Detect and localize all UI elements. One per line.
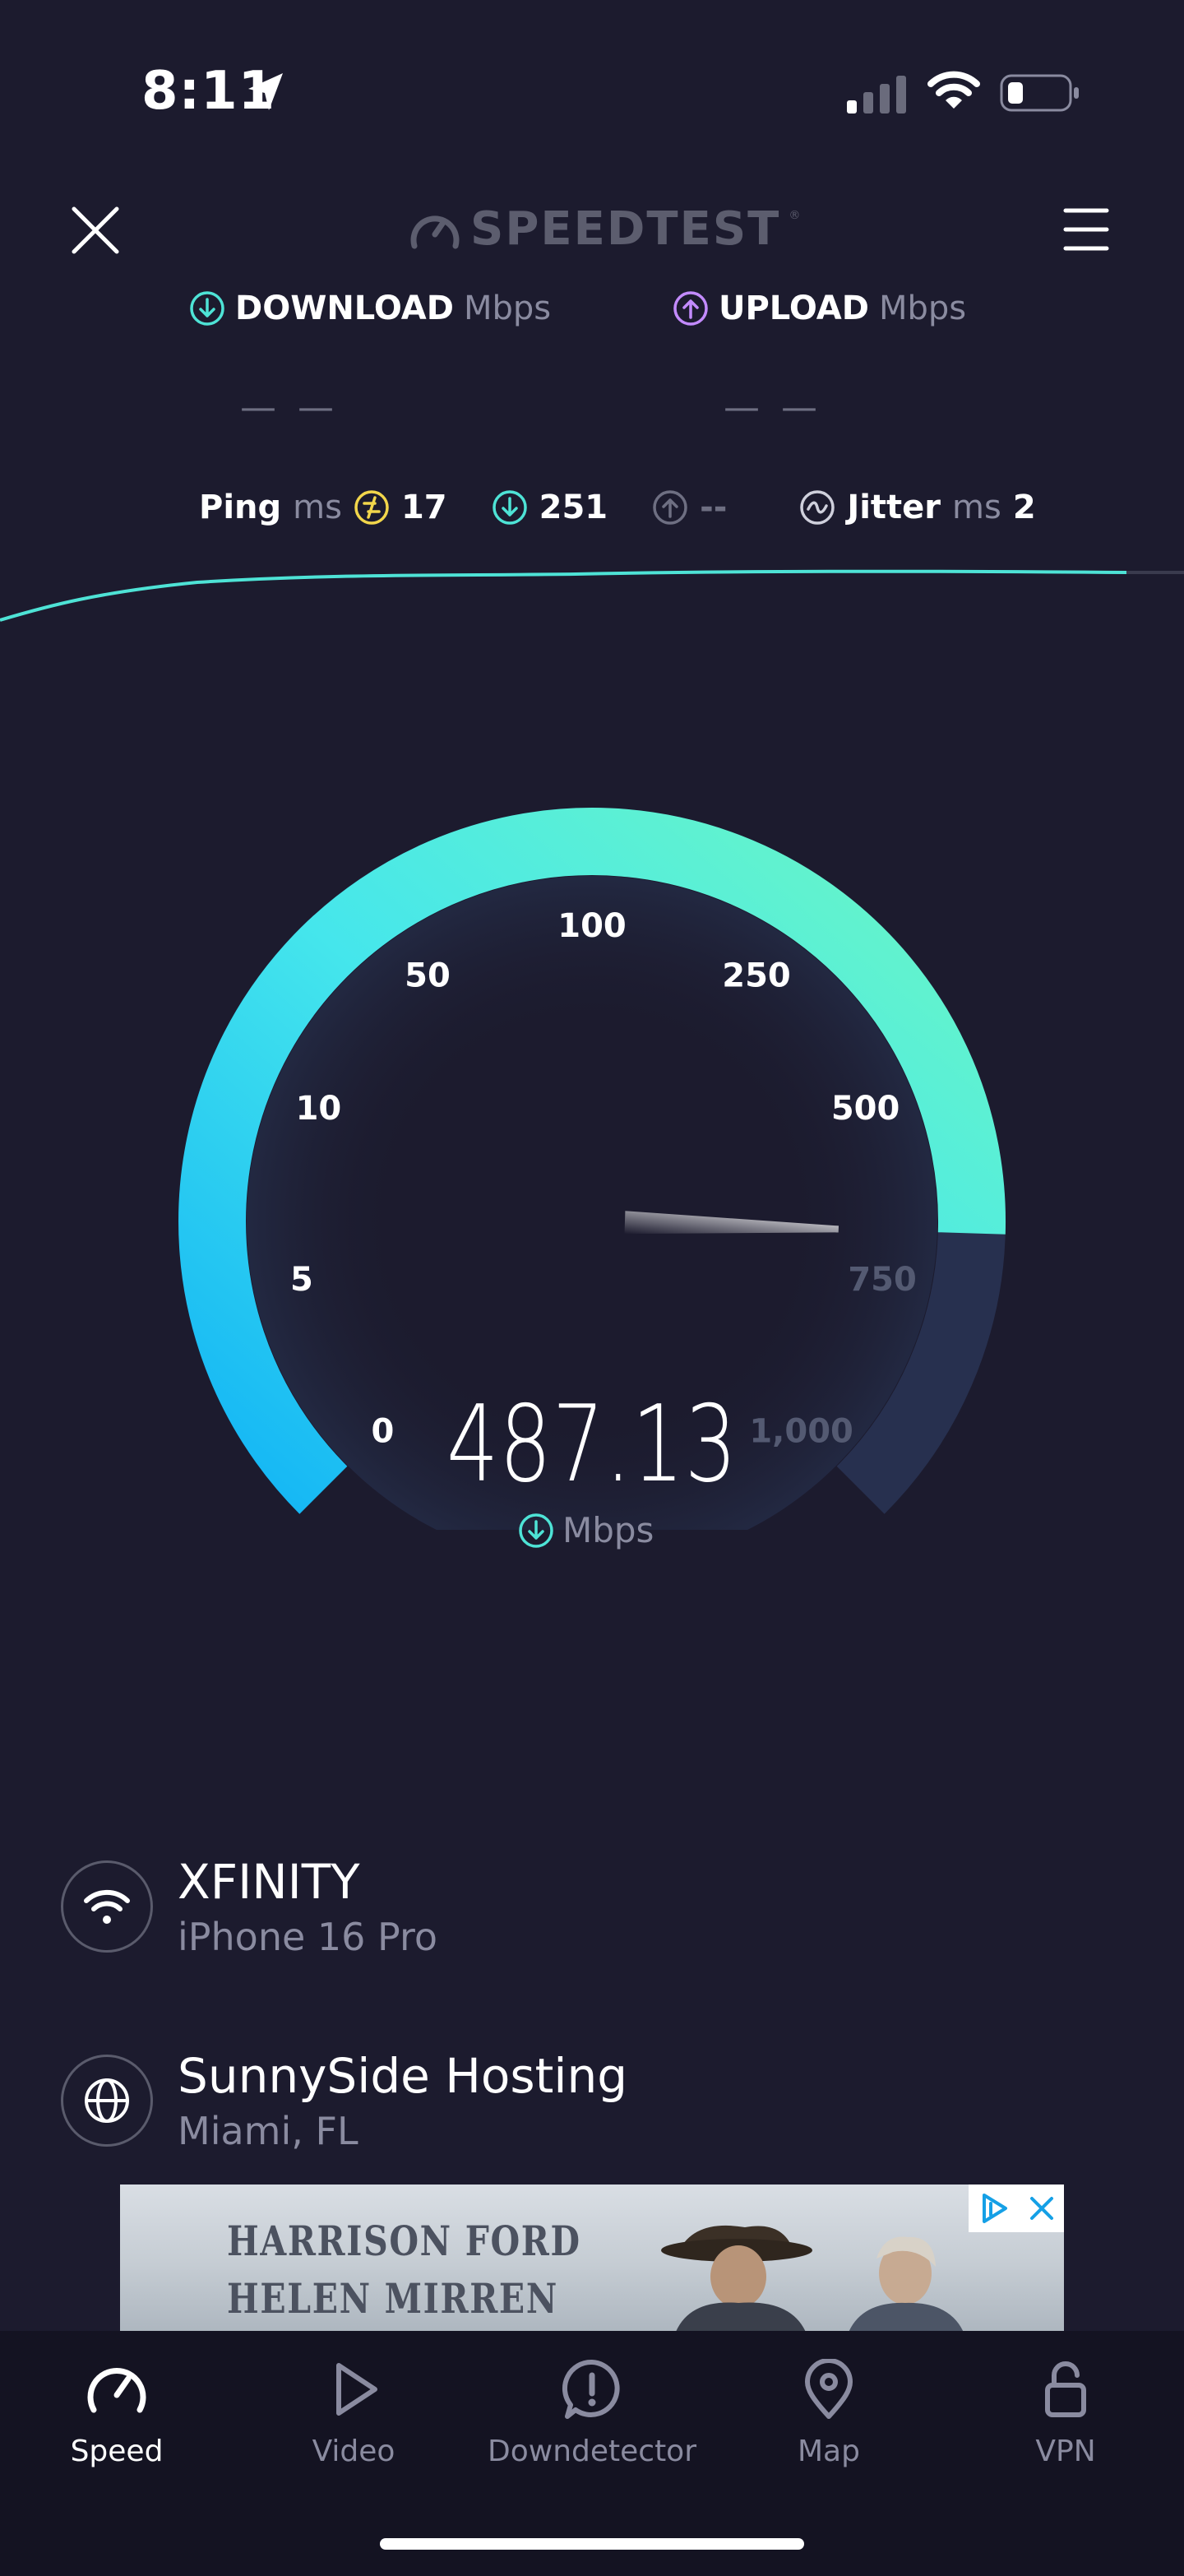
upload-header: UPLOAD Mbps — [673, 290, 966, 327]
idle-latency-icon — [354, 490, 389, 525]
ping-upload-value: -- — [700, 489, 728, 526]
current-speed-value: 487.13 — [446, 1383, 738, 1506]
ping-download-value: 251 — [539, 489, 608, 526]
cellular-signal-icon — [847, 76, 906, 117]
alert-icon — [562, 2359, 620, 2419]
tab-speed[interactable]: Speed — [35, 2359, 199, 2468]
tab-vpn-label: VPN — [1035, 2435, 1096, 2468]
ping-unit: ms — [293, 489, 342, 526]
gauge-tick-label: 5 — [290, 1261, 313, 1299]
upload-unit: Mbps — [878, 290, 967, 327]
ping-label: Ping — [199, 489, 282, 526]
download-latency-icon — [492, 490, 527, 525]
ad-line-1: HARRISON FORD — [227, 2217, 581, 2265]
battery-icon — [1000, 74, 1080, 115]
map-pin-icon — [805, 2359, 853, 2419]
tab-vpn[interactable]: VPN — [983, 2359, 1148, 2468]
play-icon — [336, 2363, 377, 2416]
globe-icon — [61, 2055, 153, 2147]
tab-video[interactable]: Video — [271, 2359, 436, 2468]
close-icon — [72, 206, 119, 254]
upload-latency-icon — [653, 490, 687, 525]
gauge-tick-label: 750 — [848, 1261, 917, 1299]
gauge-tick-label: 10 — [296, 1090, 342, 1128]
server-name: SunnySide Hosting — [178, 2048, 628, 2104]
adchoices-icon[interactable] — [978, 2192, 1011, 2225]
tab-map[interactable]: Map — [747, 2359, 911, 2468]
provider-info[interactable]: XFINITY iPhone 16 Pro — [61, 1854, 437, 1959]
speed-history-line — [0, 569, 1127, 622]
server-location: Miami, FL — [178, 2109, 358, 2153]
tab-map-label: Map — [798, 2435, 860, 2468]
gauge-tick-label: 50 — [405, 957, 451, 995]
home-indicator — [380, 2538, 804, 2550]
wifi-icon — [61, 1860, 153, 1953]
download-arrow-icon — [519, 1513, 553, 1548]
download-value: — — — [240, 387, 339, 429]
tab-downdetector[interactable]: Downdetector — [488, 2359, 696, 2468]
brand-trademark: ® — [789, 209, 801, 222]
download-unit: Mbps — [463, 290, 552, 327]
hamburger-menu-icon — [1063, 208, 1109, 251]
device-name: iPhone 16 Pro — [178, 1915, 438, 1959]
server-info[interactable]: SunnySide Hosting Miami, FL — [61, 2048, 627, 2153]
ping-jitter-row: Ping ms 17 251 -- Jitter ms 2 — [199, 489, 1036, 526]
speed-gauge-icon — [87, 2368, 146, 2413]
provider-name: XFINITY — [178, 1854, 360, 1910]
gauge-tick-label: 500 — [831, 1090, 900, 1128]
ad-close-icon[interactable] — [1028, 2194, 1056, 2222]
location-arrow-icon — [245, 71, 286, 117]
current-speed-unit: Mbps — [518, 1510, 654, 1550]
upload-label: UPLOAD — [719, 290, 869, 327]
speedtest-gauge-icon — [410, 215, 460, 248]
menu-button[interactable] — [1062, 207, 1110, 252]
ad-line-2: HELEN MIRREN — [227, 2274, 558, 2323]
jitter-icon — [800, 490, 835, 525]
ad-controls — [969, 2185, 1064, 2232]
tab-speed-label: Speed — [70, 2435, 164, 2468]
speed-unit-label: Mbps — [562, 1510, 654, 1550]
jitter-value: 2 — [1012, 489, 1036, 526]
ping-idle-value: 17 — [400, 489, 447, 526]
upload-arrow-icon — [673, 291, 708, 326]
tab-downdetector-label: Downdetector — [488, 2435, 697, 2468]
download-header: DOWNLOAD Mbps — [189, 290, 551, 327]
gauge-tick-label: 250 — [722, 957, 791, 995]
speedtest-logo: SPEEDTEST ® — [408, 202, 800, 256]
jitter-unit: ms — [952, 489, 1001, 526]
upload-value: — — — [724, 387, 822, 429]
speed-history-graph — [0, 569, 1184, 622]
ad-headline: HARRISON FORD HELEN MIRREN — [227, 2212, 581, 2328]
gauge-tick-label: 100 — [557, 907, 627, 945]
wifi-status-icon — [927, 69, 980, 114]
download-arrow-icon — [190, 291, 224, 326]
jitter-label: Jitter — [847, 489, 941, 526]
brand-name: SPEEDTEST — [470, 202, 781, 256]
tab-video-label: Video — [312, 2435, 395, 2468]
ad-image — [661, 2225, 963, 2331]
close-button[interactable] — [66, 201, 125, 260]
download-label: DOWNLOAD — [235, 290, 454, 327]
ad-banner[interactable]: HARRISON FORD HELEN MIRREN — [120, 2185, 1064, 2331]
lock-open-icon — [1045, 2361, 1086, 2417]
